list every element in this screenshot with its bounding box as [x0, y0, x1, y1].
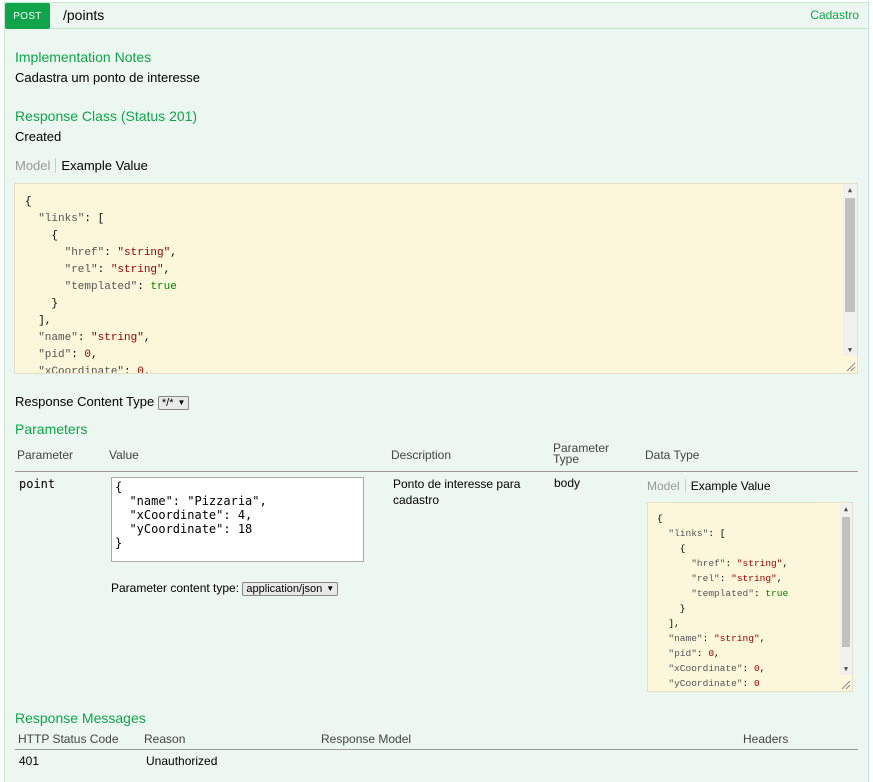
param-content-type-value: application/json [246, 582, 323, 595]
response-content-type-select[interactable]: */* ▼ [157, 395, 190, 410]
endpoint-tag-link[interactable]: Cadastro [810, 8, 859, 22]
http-method-badge[interactable]: POST [5, 3, 50, 29]
response-content-type-value: */* [161, 396, 174, 409]
data-type-example-code: { "links": [ { "href": "string", "rel": … [657, 513, 789, 689]
param-content-type-label: Parameter content type: [111, 581, 240, 595]
scroll-up-arrow-icon[interactable]: ▲ [843, 184, 857, 196]
scrollbar-thumb[interactable] [845, 198, 855, 312]
column-header-value: Value [109, 448, 139, 462]
column-header-parameter: Parameter [17, 448, 74, 462]
operation-panel: POST /points Cadastro Implementation Not… [4, 2, 869, 782]
data-type-tabs: Model Example Value [647, 479, 771, 493]
dropdown-caret-icon: ▼ [326, 584, 335, 594]
body-parameter-textarea[interactable] [111, 477, 364, 562]
param-description: Ponto de interesse para cadastro [393, 477, 521, 507]
resize-grip-icon[interactable] [839, 678, 851, 690]
tab-model[interactable]: Model [647, 479, 686, 493]
column-header-reason: Reason [144, 732, 186, 746]
scroll-down-arrow-icon[interactable]: ▼ [840, 663, 852, 675]
resize-grip-icon[interactable] [844, 360, 856, 372]
data-type-example-snippet[interactable]: { "links": [ { "href": "string", "rel": … [647, 502, 853, 692]
response-class-heading: Response Class (Status 201) [15, 108, 198, 124]
response-reason: Unauthorized [146, 754, 218, 768]
implementation-notes-text: Cadastra um ponto de interesse [15, 70, 200, 85]
endpoint-path[interactable]: /points [63, 7, 104, 23]
column-header-parameter-type: Parameter Type [553, 441, 610, 466]
dropdown-caret-icon: ▼ [177, 398, 186, 408]
table-header-divider [15, 471, 858, 472]
operation-heading[interactable]: POST /points Cadastro [5, 3, 868, 29]
response-content-type-label: Response Content Type [15, 394, 155, 409]
param-type: body [554, 476, 581, 490]
param-content-type-select[interactable]: application/json ▼ [242, 581, 339, 596]
implementation-notes-heading: Implementation Notes [15, 49, 152, 65]
param-content-type-row: Parameter content type: application/json… [111, 581, 339, 596]
response-example-scrollbar[interactable]: ▲ ▼ [843, 184, 857, 356]
response-example-code: { "links": [ { "href": "string", "rel": … [25, 196, 177, 374]
column-header-http-status-code: HTTP Status Code [18, 732, 119, 746]
response-content-type-row: Response Content Type */* ▼ [15, 394, 190, 410]
column-header-description: Description [391, 448, 452, 462]
response-status-code: 401 [19, 754, 40, 768]
scroll-up-arrow-icon[interactable]: ▲ [840, 503, 852, 515]
tab-model[interactable]: Model [15, 158, 57, 173]
tab-example-value[interactable]: Example Value [686, 479, 771, 493]
parameters-heading: Parameters [15, 421, 88, 437]
scroll-down-arrow-icon[interactable]: ▼ [843, 344, 857, 356]
response-example-snippet[interactable]: { "links": [ { "href": "string", "rel": … [14, 183, 858, 374]
data-type-example-scrollbar[interactable]: ▲ ▼ [840, 503, 852, 675]
response-class-tabs: Model Example Value [15, 158, 148, 173]
response-table-divider [15, 749, 858, 750]
tab-example-value[interactable]: Example Value [56, 158, 147, 173]
column-header-data-type: Data Type [645, 448, 700, 462]
column-header-headers: Headers [743, 732, 789, 746]
param-name: point [19, 477, 56, 491]
scrollbar-thumb[interactable] [842, 517, 850, 647]
column-header-response-model: Response Model [321, 732, 412, 746]
response-class-status: Created [15, 129, 62, 144]
response-messages-heading: Response Messages [15, 710, 146, 726]
